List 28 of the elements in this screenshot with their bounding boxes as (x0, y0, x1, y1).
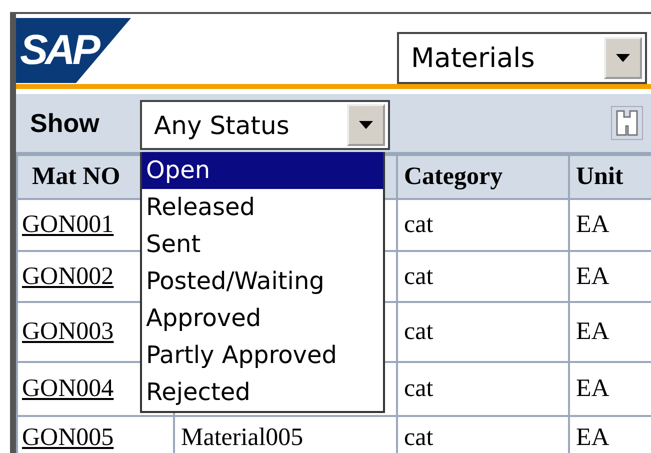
table-cell: cat (404, 318, 434, 345)
logo: SAP (16, 18, 131, 83)
dropdown-option[interactable]: Posted/Waiting (142, 263, 383, 300)
filter-label: Show (30, 108, 100, 138)
table-cell: cat (404, 211, 434, 238)
column-header: Unit (569, 155, 651, 199)
object-select[interactable]: Materials (397, 32, 647, 84)
table-cell: EA (576, 424, 610, 451)
table-cell: EA (576, 375, 610, 402)
dropdown-option[interactable]: Sent (142, 226, 383, 263)
caret-icon (616, 54, 630, 62)
table-cell: EA (576, 318, 610, 345)
table-cell: cat (404, 375, 434, 402)
dropdown-option[interactable]: Open (142, 152, 383, 189)
table-cell: cat (404, 424, 434, 451)
dropdown-button[interactable] (604, 37, 642, 79)
dropdown-option[interactable]: Rejected (142, 374, 383, 411)
status-select[interactable]: Any Status (140, 100, 390, 150)
table-cell: EA (576, 211, 610, 238)
column-header: Category (397, 155, 569, 199)
dropdown-button[interactable] (347, 104, 385, 146)
caret-icon (359, 121, 373, 129)
binoculars-icon[interactable] (611, 106, 643, 140)
dropdown-option[interactable]: Partly Approved (142, 337, 383, 374)
table-cell: EA (576, 262, 610, 290)
table-cell: cat (404, 262, 434, 290)
dropdown-option[interactable]: Approved (142, 300, 383, 337)
table-cell: Material005 (181, 424, 304, 451)
